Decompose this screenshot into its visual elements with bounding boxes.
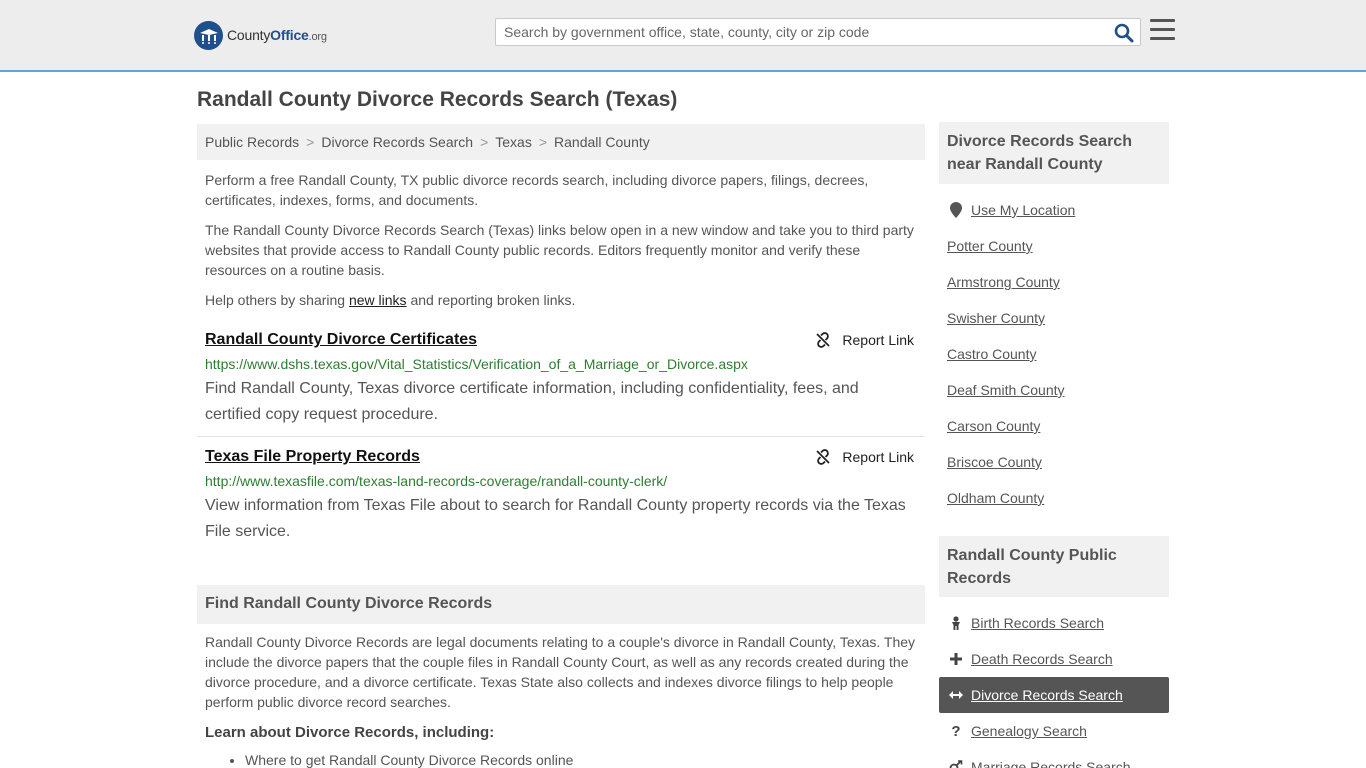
marriage-records-link[interactable]: Marriage Records Search	[939, 749, 1169, 768]
breadcrumb: Public Records > Divorce Records Search > Te…	[197, 124, 925, 160]
intro-paragraph: Perform a free Randall County, TX public…	[205, 172, 869, 208]
breadcrumb-randall-county[interactable]: Randall County	[554, 134, 650, 150]
site-logo[interactable]: CountyOffice.org	[194, 20, 327, 50]
result-url[interactable]: https://www.dshs.texas.gov/Vital_Statist…	[205, 356, 748, 372]
nearby-county-link[interactable]: Potter County	[947, 238, 1033, 254]
genealogy-search-link[interactable]: ? Genealogy Search	[939, 713, 1169, 749]
top-header: CountyOffice.org	[0, 0, 1366, 72]
page-title: Randall County Divorce Records Search (T…	[197, 88, 678, 111]
result-title-link[interactable]: Randall County Divorce Certificates	[205, 331, 477, 349]
result-divider	[197, 436, 925, 437]
learn-list: Where to get Randall County Divorce Reco…	[245, 752, 573, 768]
birth-records-link[interactable]: Birth Records Search	[939, 605, 1169, 641]
find-records-heading: Find Randall County Divorce Records	[197, 585, 925, 624]
nearby-county-link[interactable]: Carson County	[947, 418, 1040, 434]
hamburger-menu-icon[interactable]	[1150, 19, 1175, 41]
nearby-county-link[interactable]: Castro County	[947, 346, 1036, 362]
venus-mars-icon	[949, 760, 963, 768]
nearby-county-link[interactable]: Deaf Smith County	[947, 382, 1065, 398]
report-link-label: Report Link	[842, 449, 914, 465]
breadcrumb-texas[interactable]: Texas	[495, 134, 532, 150]
nearby-heading: Divorce Records Search near Randall Coun…	[939, 122, 1169, 184]
result-item: Texas File Property Records Report Link …	[197, 448, 925, 548]
result-url[interactable]: http://www.texasfile.com/texas-land-reco…	[205, 473, 667, 489]
result-description: Find Randall County, Texas divorce certi…	[205, 380, 859, 423]
map-pin-icon	[949, 202, 963, 218]
learn-heading: Learn about Divorce Records, including:	[205, 724, 495, 741]
find-records-body: Randall County Divorce Records are legal…	[205, 634, 916, 710]
nearby-county-link[interactable]: Armstrong County	[947, 274, 1060, 290]
broken-link-icon	[816, 332, 831, 348]
breadcrumb-separator: >	[538, 134, 548, 150]
nearby-county-link[interactable]: Briscoe County	[947, 454, 1042, 470]
search-input[interactable]	[496, 19, 1106, 45]
report-link-button[interactable]: Report Link	[815, 449, 914, 465]
use-my-location-link[interactable]: Use My Location	[939, 192, 1169, 228]
divorce-records-link[interactable]: Divorce Records Search	[939, 677, 1169, 713]
breadcrumb-separator: >	[480, 134, 489, 150]
list-item: Where to get Randall County Divorce Reco…	[245, 752, 573, 768]
cross-icon	[949, 652, 963, 666]
death-records-link[interactable]: Death Records Search	[939, 641, 1169, 677]
share-paragraph: Help others by sharing new links and rep…	[205, 292, 576, 308]
disclaimer-paragraph: The Randall County Divorce Records Searc…	[205, 222, 914, 278]
report-link-button[interactable]: Report Link	[815, 332, 914, 348]
result-description: View information from Texas File about t…	[205, 497, 906, 540]
report-link-label: Report Link	[842, 332, 914, 348]
new-links-link[interactable]: new links	[349, 292, 407, 308]
public-records-heading: Randall County Public Records	[939, 536, 1169, 597]
breadcrumb-public-records[interactable]: Public Records	[205, 134, 299, 150]
search-field	[495, 18, 1141, 46]
county-seal-icon	[194, 20, 223, 50]
result-title-link[interactable]: Texas File Property Records	[205, 448, 420, 466]
search-icon[interactable]	[1114, 23, 1134, 43]
arrows-icon	[949, 688, 963, 702]
result-item: Randall County Divorce Certificates Repo…	[197, 331, 925, 431]
breadcrumb-divorce-records[interactable]: Divorce Records Search	[321, 134, 473, 150]
baby-icon	[949, 616, 963, 630]
question-icon: ?	[951, 722, 961, 740]
nearby-county-link[interactable]: Swisher County	[947, 310, 1045, 326]
broken-link-icon	[816, 449, 831, 465]
breadcrumb-separator: >	[306, 134, 315, 150]
logo-wordmark: CountyOffice.org	[227, 27, 327, 43]
nearby-county-link[interactable]: Oldham County	[947, 490, 1044, 506]
